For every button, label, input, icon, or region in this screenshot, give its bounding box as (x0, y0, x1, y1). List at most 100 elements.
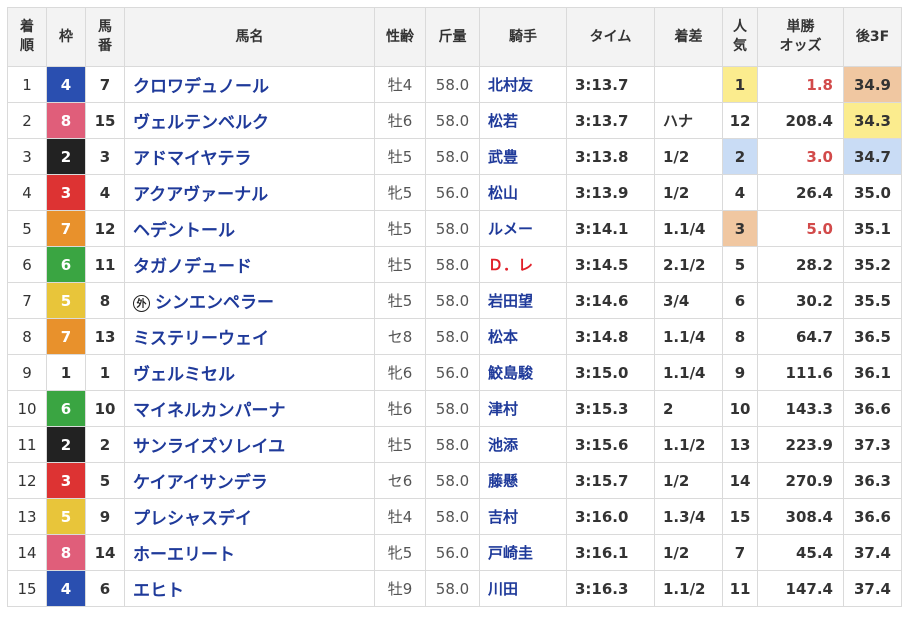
horse-name-link[interactable]: アクアヴァーナル (133, 185, 268, 205)
horse-name-link[interactable]: ヴェルミセル (133, 365, 235, 385)
horse-name-link[interactable]: ホーエリート (133, 545, 235, 565)
jockey-link[interactable]: 藤懸 (488, 472, 518, 490)
weight-cell: 58.0 (425, 138, 480, 175)
jockey-link[interactable]: Ｄ．レ (488, 256, 533, 274)
horse-name-cell: サンライズソレイユ (124, 426, 375, 463)
jockey-link[interactable]: 川田 (488, 580, 518, 598)
time-cell: 3:15.3 (566, 390, 655, 427)
horse-name-link[interactable]: エヒト (133, 581, 184, 601)
time-cell: 3:13.7 (566, 102, 655, 139)
weight-cell: 58.0 (425, 462, 480, 499)
margin-cell: ハナ (654, 102, 723, 139)
last-3f-cell: 34.9 (843, 66, 902, 103)
horse-name-cell: ミステリーウェイ (124, 318, 375, 355)
jockey-link[interactable]: 松山 (488, 184, 518, 202)
header-umaban[interactable]: 馬 番 (85, 7, 125, 67)
waku-badge: 3 (46, 462, 86, 499)
header-row: 着 順 枠 馬 番 馬名 性齢 斤量 騎手 タイム 着差 人 気 単勝 オッズ … (7, 7, 902, 67)
header-odds[interactable]: 単勝 オッズ (757, 7, 844, 67)
jockey-link[interactable]: 吉村 (488, 508, 518, 526)
horse-name-link[interactable]: ヴェルテンベルク (133, 113, 269, 133)
jockey-link[interactable]: 松若 (488, 112, 518, 130)
umaban-cell: 9 (85, 498, 125, 535)
popularity-cell: 11 (722, 570, 758, 607)
rank-cell: 12 (7, 462, 47, 499)
table-row[interactable]: 13 5 9 プレシャスデイ 牡4 58.0 吉村 3:16.0 1.3/4 15 308.4 36.… (7, 498, 902, 535)
popularity-cell: 4 (722, 174, 758, 211)
jockey-link[interactable]: 松本 (488, 328, 518, 346)
header-sex-age[interactable]: 性齢 (374, 7, 426, 67)
horse-name-link[interactable]: タガノデュード (133, 257, 252, 277)
margin-cell: 3/4 (654, 282, 723, 319)
table-row[interactable]: 2 8 15 ヴェルテンベルク 牡6 58.0 松若 3:13.7 ハナ 12 208.4 34.3 (7, 102, 902, 139)
jockey-link[interactable]: 戸崎圭 (488, 544, 533, 562)
jockey-link[interactable]: 鮫島駿 (488, 364, 533, 382)
weight-cell: 56.0 (425, 534, 480, 571)
popularity-cell: 3 (722, 210, 758, 247)
rank-cell: 10 (7, 390, 47, 427)
weight-cell: 58.0 (425, 498, 480, 535)
jockey-link[interactable]: ルメー (488, 220, 533, 238)
waku-badge: 8 (46, 102, 86, 139)
header-time[interactable]: タイム (566, 7, 655, 67)
umaban-cell: 3 (85, 138, 125, 175)
umaban-cell: 1 (85, 354, 125, 391)
odds-cell: 143.3 (757, 390, 844, 427)
horse-name-link[interactable]: プレシャスデイ (133, 509, 252, 529)
horse-name-cell: ホーエリート (124, 534, 375, 571)
sex-age-cell: 牝5 (374, 174, 426, 211)
odds-cell: 1.8 (757, 66, 844, 103)
last-3f-cell: 36.3 (843, 462, 902, 499)
rank-cell: 14 (7, 534, 47, 571)
table-row[interactable]: 12 3 5 ケイアイサンデラ セ6 58.0 藤懸 3:15.7 1/2 14 270.9 36.3 (7, 462, 902, 499)
horse-name-link[interactable]: ヘデントール (133, 221, 235, 241)
last-3f-cell: 36.5 (843, 318, 902, 355)
table-row[interactable]: 6 6 11 タガノデュード 牡5 58.0 Ｄ．レ 3:14.5 2.1/2 5 28.2 35.2 (7, 246, 902, 283)
table-row[interactable]: 1 4 7 クロワデュノール 牡4 58.0 北村友 3:13.7 1 1.8 34.9 (7, 66, 902, 103)
jockey-link[interactable]: 岩田望 (488, 292, 533, 310)
umaban-cell: 7 (85, 66, 125, 103)
waku-badge: 2 (46, 426, 86, 463)
header-waku[interactable]: 枠 (46, 7, 86, 67)
table-row[interactable]: 14 8 14 ホーエリート 牝5 56.0 戸崎圭 3:16.1 1/2 7 45.4 37.4 (7, 534, 902, 571)
jockey-link[interactable]: 武豊 (488, 148, 518, 166)
table-row[interactable]: 3 2 3 アドマイヤテラ 牡5 58.0 武豊 3:13.8 1/2 2 3.0 34.7 (7, 138, 902, 175)
rank-cell: 6 (7, 246, 47, 283)
horse-name-link[interactable]: ミステリーウェイ (133, 329, 269, 349)
jockey-cell: 松山 (479, 174, 567, 211)
popularity-cell: 13 (722, 426, 758, 463)
header-margin[interactable]: 着差 (654, 7, 723, 67)
jockey-link[interactable]: 津村 (488, 400, 518, 418)
table-row[interactable]: 10 6 10 マイネルカンパーナ 牡6 58.0 津村 3:15.3 2 10 143.3 36.6 (7, 390, 902, 427)
table-row[interactable]: 9 1 1 ヴェルミセル 牝6 56.0 鮫島駿 3:15.0 1.1/4 9 111.6 36.1 (7, 354, 902, 391)
table-row[interactable]: 15 4 6 エヒト 牡9 58.0 川田 3:16.3 1.1/2 11 147.4 37.4 (7, 570, 902, 607)
horse-name-link[interactable]: サンライズソレイユ (133, 437, 285, 457)
header-jockey[interactable]: 騎手 (479, 7, 567, 67)
header-popularity[interactable]: 人 気 (722, 7, 758, 67)
table-row[interactable]: 4 3 4 アクアヴァーナル 牝5 56.0 松山 3:13.9 1/2 4 26.4 35.0 (7, 174, 902, 211)
horse-name-link[interactable]: マイネルカンパーナ (133, 401, 286, 421)
weight-cell: 56.0 (425, 174, 480, 211)
weight-cell: 58.0 (425, 318, 480, 355)
margin-cell: 1.1/4 (654, 318, 723, 355)
jockey-link[interactable]: 北村友 (488, 76, 533, 94)
horse-name-cell: エヒト (124, 570, 375, 607)
table-row[interactable]: 7 5 8 外シンエンペラー 牡5 58.0 岩田望 3:14.6 3/4 6 30.2 35.5 (7, 282, 902, 319)
table-row[interactable]: 11 2 2 サンライズソレイユ 牡5 58.0 池添 3:15.6 1.1/2 13 223.9 3… (7, 426, 902, 463)
header-horse-name[interactable]: 馬名 (124, 7, 375, 67)
jockey-cell: 鮫島駿 (479, 354, 567, 391)
horse-name-link[interactable]: シンエンペラー (155, 293, 274, 313)
horse-name-link[interactable]: アドマイヤテラ (133, 149, 252, 169)
table-row[interactable]: 8 7 13 ミステリーウェイ セ8 58.0 松本 3:14.8 1.1/4 8 64.7 36.5 (7, 318, 902, 355)
time-cell: 3:15.6 (566, 426, 655, 463)
header-rank[interactable]: 着 順 (7, 7, 47, 67)
horse-name-link[interactable]: ケイアイサンデラ (133, 473, 268, 493)
table-row[interactable]: 5 7 12 ヘデントール 牡5 58.0 ルメー 3:14.1 1.1/4 3 5.0 35.1 (7, 210, 902, 247)
sex-age-cell: 牡6 (374, 102, 426, 139)
sex-age-cell: 牡4 (374, 498, 426, 535)
time-cell: 3:14.1 (566, 210, 655, 247)
header-last-3f[interactable]: 後3F (843, 7, 902, 67)
header-weight[interactable]: 斤量 (425, 7, 480, 67)
jockey-link[interactable]: 池添 (488, 436, 518, 454)
horse-name-link[interactable]: クロワデュノール (133, 77, 269, 97)
